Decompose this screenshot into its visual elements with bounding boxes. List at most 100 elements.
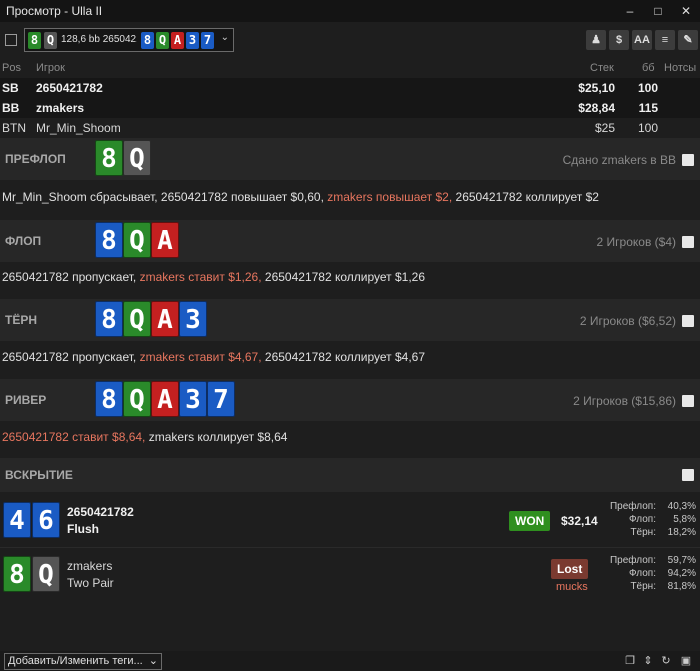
hero-action: zmakers повышает $2, bbox=[327, 190, 453, 204]
player-name: 2650421782 bbox=[36, 81, 103, 95]
board-card: 7 bbox=[207, 381, 235, 417]
dollar-icon[interactable]: $ bbox=[609, 30, 629, 50]
equity-value: 18,2% bbox=[667, 527, 696, 538]
toolbar: 128,6 bb 2650421782 ⌄ 8Q8QA37 ♟$AA≡✎ bbox=[0, 22, 700, 58]
note-icon[interactable] bbox=[682, 469, 694, 481]
font-icon[interactable]: AA bbox=[632, 30, 652, 50]
hero-mini-card: 8 bbox=[28, 32, 41, 49]
note-icon[interactable] bbox=[682, 395, 694, 407]
board-card: 8 bbox=[95, 301, 123, 337]
hand-selector[interactable]: 128,6 bb 2650421782 ⌄ 8Q8QA37 bbox=[24, 28, 234, 52]
player-row[interactable]: BTN Mr_Min_Shoom $25 100 bbox=[0, 118, 700, 138]
copy-icon[interactable]: ❐ bbox=[622, 653, 638, 669]
tags-label: Добавить/Изменить теги... bbox=[8, 655, 143, 667]
hole-card: Q bbox=[32, 556, 60, 592]
board-card: 8 bbox=[95, 140, 123, 176]
player-stack: $25,10 bbox=[578, 81, 615, 95]
equity-line: Префлоп: 40,3% bbox=[610, 500, 696, 513]
refresh-icon[interactable]: ↻ bbox=[658, 653, 674, 669]
note-icon[interactable] bbox=[682, 236, 694, 248]
board-card: A bbox=[151, 301, 179, 337]
hero-action: zmakers ставит $1,26, bbox=[139, 270, 262, 284]
board-mini-card: 8 bbox=[141, 32, 154, 49]
street-name: ФЛОП bbox=[5, 234, 42, 248]
column-headers: Pos Игрок Стек бб Нотсы bbox=[0, 58, 700, 78]
action-text: 2650421782 коллирует $1,26 bbox=[261, 270, 426, 284]
save-icon[interactable]: ▣ bbox=[678, 653, 694, 669]
board-card: Q bbox=[123, 222, 151, 258]
close-button[interactable]: ✕ bbox=[672, 0, 700, 22]
player-bb: 115 bbox=[638, 101, 658, 115]
street-actions: 2650421782 пропускает, zmakers ставит $1… bbox=[2, 270, 700, 284]
hero-action: 2650421782 ставит $8,64, bbox=[2, 430, 146, 444]
showdown-hand: Two Pair bbox=[67, 576, 114, 590]
hero-action: zmakers ставит $4,67, bbox=[139, 350, 262, 364]
street-name: РИВЕР bbox=[5, 393, 47, 407]
result-badge: WON bbox=[509, 511, 551, 531]
tags-dropdown[interactable]: Добавить/Изменить теги... ⌄ bbox=[4, 653, 162, 670]
col-bb: бб bbox=[642, 62, 655, 74]
note-icon[interactable] bbox=[682, 315, 694, 327]
hole-card: 8 bbox=[3, 556, 31, 592]
board-card: 3 bbox=[179, 381, 207, 417]
hero-mini-card: Q bbox=[44, 32, 57, 49]
minimize-button[interactable]: – bbox=[616, 0, 644, 22]
hand-selector-text: 128,6 bb 2650421782 bbox=[61, 34, 137, 45]
player-icon[interactable]: ♟ bbox=[586, 30, 606, 50]
equity-line: Тёрн: 18,2% bbox=[610, 526, 696, 539]
board-card: Q bbox=[123, 381, 151, 417]
player-stack: $25 bbox=[594, 121, 615, 135]
note-icon[interactable] bbox=[682, 154, 694, 166]
player-bb: 100 bbox=[637, 81, 658, 95]
showdown-row: 8 Qzmakers Two Pair Lost mucks Префлоп: 59,7% Ф… bbox=[0, 550, 700, 602]
title-bar: Просмотр - Ulla II – □ ✕ bbox=[0, 0, 700, 22]
equity-list: Префлоп: 40,3% Флоп: 5,8% Тёрн: 18,2% bbox=[610, 500, 696, 539]
board-card: Q bbox=[123, 140, 151, 176]
street-info: 2 Игроков ($15,86) bbox=[573, 394, 676, 408]
equity-list: Префлоп: 59,7% Флоп: 94,2% Тёрн: 81,8% bbox=[610, 554, 696, 593]
equity-label: Тёрн: bbox=[630, 527, 656, 538]
list-icon[interactable]: ≡ bbox=[655, 30, 675, 50]
footer: Добавить/Изменить теги... ⌄ ❐ ⇕ ↻ ▣ bbox=[0, 651, 700, 671]
equity-label: Префлоп: bbox=[609, 501, 656, 512]
street-info: 2 Игроков ($4) bbox=[596, 235, 676, 249]
hole-card: 6 bbox=[32, 502, 60, 538]
showdown-row: 4 6 2650421782 Flush WON $32,14 Префлоп: 40,3% Ф… bbox=[0, 496, 700, 548]
select-checkbox[interactable] bbox=[5, 34, 17, 46]
player-row[interactable]: BB zmakers $28,84 115 bbox=[0, 98, 700, 118]
equity-value: 81,8% bbox=[667, 581, 696, 592]
col-player: Игрок bbox=[36, 62, 65, 74]
board-card: Q bbox=[123, 301, 151, 337]
street-river: РИВЕР 8 Q A 3 7 2 Игроков ($15,86) bbox=[0, 379, 700, 421]
result-badge: Lost bbox=[551, 559, 589, 579]
street-name: ТЁРН bbox=[5, 313, 38, 327]
window-title: Просмотр - Ulla II bbox=[6, 4, 103, 18]
equity-label: Флоп: bbox=[629, 568, 656, 579]
street-info: Сдано zmakers в BB bbox=[562, 153, 676, 167]
equity-line: Префлоп: 59,7% bbox=[610, 554, 696, 567]
col-stack: Стек bbox=[590, 62, 614, 74]
board-mini-card: 3 bbox=[186, 32, 199, 49]
action-text: Mr_Min_Shoom сбрасывает, 2650421782 повы… bbox=[2, 190, 328, 204]
player-position: BB bbox=[2, 101, 20, 115]
action-text: 2650421782 коллирует $2 bbox=[452, 190, 599, 204]
showdown-header: ВСКРЫТИЕ bbox=[0, 458, 700, 492]
equity-label: Тёрн: bbox=[630, 581, 656, 592]
edit-icon[interactable]: ✎ bbox=[678, 30, 698, 50]
board-card: 8 bbox=[95, 222, 123, 258]
maximize-button[interactable]: □ bbox=[644, 0, 672, 22]
showdown-title: ВСКРЫТИЕ bbox=[5, 468, 73, 482]
board-card: 8 bbox=[95, 381, 123, 417]
chevron-down-icon: ⌄ bbox=[220, 32, 229, 43]
player-row[interactable]: SB 2650421782 $25,10 100 bbox=[0, 78, 700, 98]
showdown-player-name: zmakers bbox=[67, 559, 113, 573]
equity-label: Префлоп: bbox=[609, 555, 656, 566]
street-actions: 2650421782 пропускает, zmakers ставит $4… bbox=[2, 350, 700, 364]
street-turn: ТЁРН 8 Q A 3 2 Игроков ($6,52) bbox=[0, 299, 700, 341]
player-bb: 100 bbox=[637, 121, 658, 135]
updown-icon[interactable]: ⇕ bbox=[640, 653, 656, 669]
showdown-player-name: 2650421782 bbox=[67, 505, 134, 519]
equity-line: Флоп: 94,2% bbox=[610, 567, 696, 580]
equity-label: Флоп: bbox=[629, 514, 656, 525]
action-text: zmakers коллирует $8,64 bbox=[145, 430, 288, 444]
